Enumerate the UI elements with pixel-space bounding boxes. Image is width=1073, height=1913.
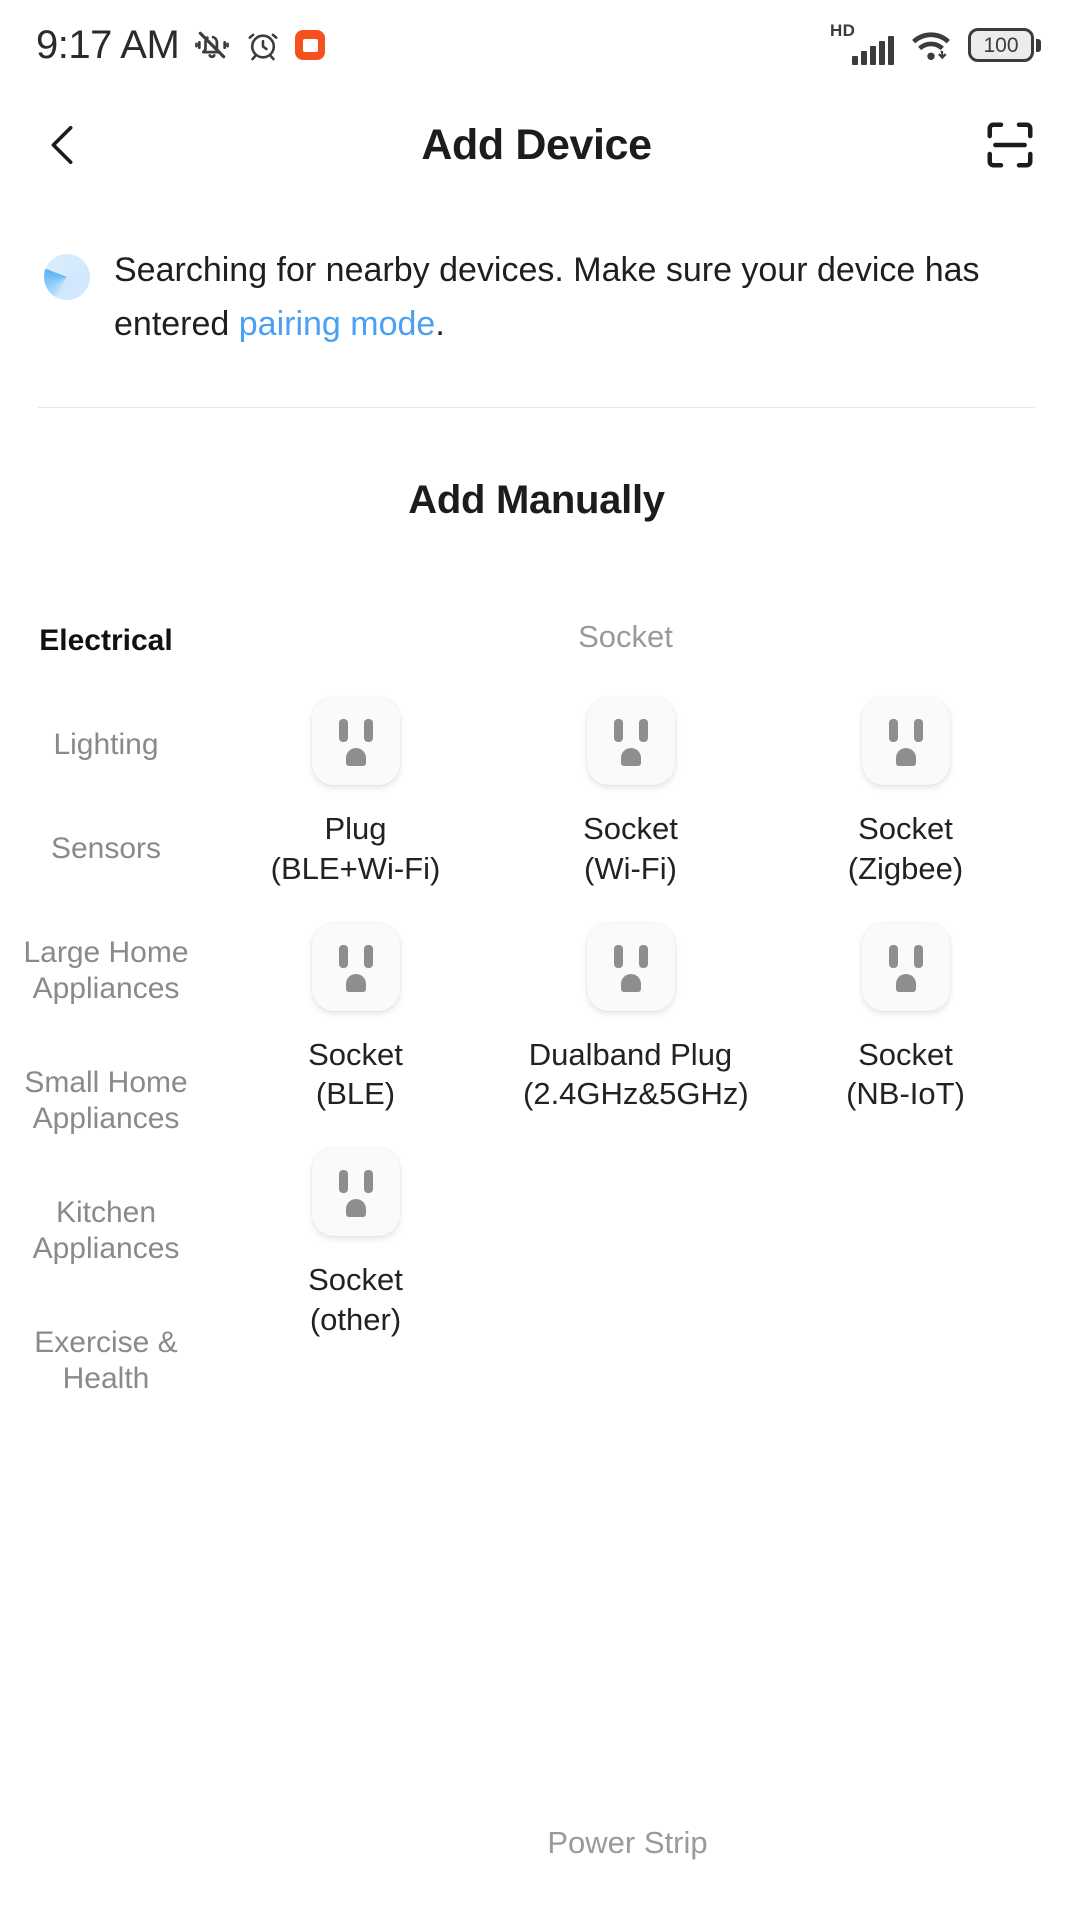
battery-percent: 100 <box>983 33 1019 57</box>
socket-icon <box>311 922 400 1011</box>
app-bar: Add Device <box>0 90 1073 200</box>
notice-line2-suffix: . <box>435 304 445 343</box>
device-tile-socket-wifi[interactable]: Socket (Wi-Fi) <box>493 697 768 888</box>
device-grid: Plug (BLE+Wi-Fi) Socket (Wi-Fi) Socket (… <box>218 697 1043 1339</box>
sidebar-item-large-home-appliances[interactable]: Large Home Appliances <box>0 935 212 1007</box>
sidebar-item-exercise-health[interactable]: Exercise & Health <box>0 1325 212 1397</box>
device-tile-dualband-plug[interactable]: Dualband Plug (2.4GHz&5GHz) <box>493 922 768 1114</box>
loading-spinner-icon <box>44 254 90 300</box>
device-label: Socket (NB-IoT) <box>846 1036 965 1112</box>
notice-line2-prefix: entered <box>114 304 239 343</box>
sidebar-item-lighting[interactable]: Lighting <box>0 727 212 763</box>
sidebar-item-sensors[interactable]: Sensors <box>0 831 212 867</box>
device-tile-plug-ble-wifi[interactable]: Plug (BLE+Wi-Fi) <box>218 697 493 888</box>
alarm-icon <box>248 33 278 61</box>
vibrate-off-icon <box>195 31 230 59</box>
group-title-socket: Socket <box>578 619 673 655</box>
device-panel: Socket Plug (BLE+Wi-Fi) Socket (Wi-Fi) S… <box>212 619 1073 1698</box>
searching-notice-text: Searching for nearby devices. Make sure … <box>114 244 980 351</box>
device-label: Plug (BLE+Wi-Fi) <box>270 811 441 887</box>
sidebar-item-small-home-appliances[interactable]: Small Home Appliances <box>0 1065 212 1137</box>
device-label: Socket (other) <box>308 1262 403 1337</box>
socket-icon <box>861 697 950 786</box>
device-label: Socket (Zigbee) <box>847 811 964 887</box>
status-bar-left: 9:17 AM <box>36 23 326 67</box>
status-time: 9:17 AM <box>36 23 180 67</box>
notice-line1: Searching for nearby devices. Make sure … <box>114 251 980 289</box>
device-label: Socket (BLE) <box>308 1036 403 1112</box>
device-label: Socket (Wi-Fi) <box>583 811 678 887</box>
category-sidebar: Electrical Lighting Sensors Large Home A… <box>0 619 212 1698</box>
sidebar-item-kitchen-appliances[interactable]: Kitchen Appliances <box>0 1195 212 1267</box>
add-manually-title: Add Manually <box>408 478 665 523</box>
group-title-power-strip: Power Strip <box>547 1825 708 1860</box>
socket-icon <box>311 1148 400 1237</box>
device-tile-socket-ble[interactable]: Socket (BLE) <box>218 922 493 1114</box>
signal-bars <box>852 36 894 65</box>
device-tile-socket-nbiot[interactable]: Socket (NB-IoT) <box>768 922 1043 1114</box>
next-group-wrap: Power Strip <box>212 1825 1043 1861</box>
status-bar: 9:17 AM HD 100 <box>0 0 1073 90</box>
screen-recording-icon <box>295 30 326 60</box>
sidebar-item-electrical[interactable]: Electrical <box>0 623 212 659</box>
device-tile-socket-other[interactable]: Socket (other) <box>218 1148 493 1339</box>
hd-label: HD <box>830 21 856 40</box>
socket-icon <box>311 697 400 786</box>
content-area: Electrical Lighting Sensors Large Home A… <box>0 523 1073 1698</box>
device-label: Dualband Plug (2.4GHz&5GHz) <box>523 1036 749 1112</box>
device-tile-socket-zigbee[interactable]: Socket (Zigbee) <box>768 697 1043 888</box>
pairing-mode-link[interactable]: pairing mode <box>239 305 436 343</box>
status-bar-right: HD 100 <box>830 21 1041 65</box>
socket-icon <box>586 697 675 786</box>
page-title: Add Device <box>421 120 652 169</box>
battery-icon: 100 <box>968 28 1041 62</box>
searching-notice: Searching for nearby devices. Make sure … <box>0 200 1073 351</box>
socket-icon <box>861 922 950 1011</box>
cellular-signal-icon: HD <box>830 21 894 65</box>
socket-icon <box>586 922 675 1011</box>
wifi-icon <box>912 32 950 61</box>
